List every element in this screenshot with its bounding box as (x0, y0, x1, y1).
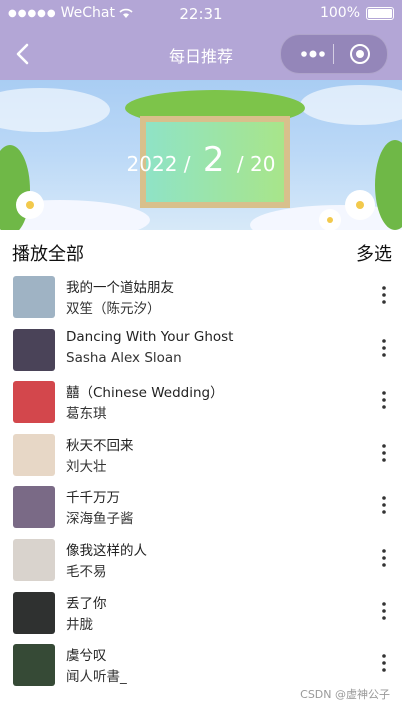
song-title: 囍（Chinese Wedding） (66, 385, 224, 402)
song-artist: Sasha Alex Sloan (66, 349, 182, 366)
more-options-icon[interactable] (380, 600, 388, 622)
song-row[interactable]: 秋天不回来 刘大壮 (0, 432, 402, 484)
song-artist: 深海鱼子酱 (66, 511, 134, 528)
more-dots-icon[interactable] (299, 45, 327, 63)
list-header: 播放全部 多选 (12, 240, 392, 266)
album-cover (13, 276, 55, 318)
album-cover (13, 591, 55, 634)
close-target-icon[interactable] (349, 43, 371, 65)
song-artist: 井胧 (66, 616, 93, 633)
song-artist: 刘大壮 (66, 458, 107, 475)
capsule-divider (333, 44, 334, 64)
more-options-icon[interactable] (380, 652, 388, 674)
song-title: 我的一个道姑朋友 (66, 280, 174, 296)
date-month: 2 (202, 140, 225, 180)
navigation-bar: 每日推荐 (0, 28, 402, 80)
more-options-icon[interactable] (380, 337, 388, 359)
song-row[interactable]: 千千万万 深海鱼子酱 (0, 484, 402, 536)
song-row[interactable]: 囍（Chinese Wedding） 葛东琪 (0, 379, 402, 431)
album-cover (13, 328, 55, 371)
date-day: 20 (250, 152, 276, 176)
battery-percent: 100% (319, 5, 360, 21)
album-cover (13, 644, 55, 687)
song-title: 像我这样的人 (66, 543, 147, 559)
battery-icon (366, 6, 394, 20)
song-artist: 毛不易 (66, 564, 107, 580)
more-options-icon[interactable] (380, 284, 388, 306)
song-list-panel: 播放全部 多选 我的一个道姑朋友 双笙（陈元汐） Dancing With Your… (0, 230, 402, 710)
song-title: 秋天不回来 (66, 437, 134, 454)
more-options-icon[interactable] (380, 547, 388, 569)
song-row[interactable]: Dancing With Your Ghost Sasha Alex Sloan (0, 327, 402, 379)
song-artist: 双笙（陈元汐） (66, 301, 161, 317)
more-options-icon[interactable] (380, 442, 388, 464)
status-bar: ●●●●● WeChat 22:31 100% (0, 0, 402, 28)
song-artist: 葛东琪 (66, 406, 107, 423)
battery-indicator: 100% (320, 5, 394, 21)
album-cover (13, 433, 55, 476)
date-display: 2022 / 2 / 20 (126, 140, 276, 180)
song-title: 虞兮叹 (66, 648, 107, 665)
album-cover (13, 381, 55, 424)
date-year: 2022 (126, 152, 178, 176)
song-row[interactable]: 像我这样的人 毛不易 (0, 537, 402, 589)
song-row[interactable]: 我的一个道姑朋友 双笙（陈元汐） (0, 274, 402, 326)
play-all-button[interactable]: 播放全部 (12, 240, 84, 266)
song-title: 丢了你 (66, 595, 107, 612)
watermark: CSDN @虚神公子 (300, 688, 390, 701)
song-title: Dancing With Your Ghost (66, 328, 234, 345)
more-options-icon[interactable] (380, 389, 388, 411)
song-title: 千千万万 (66, 490, 120, 507)
song-row[interactable]: 丢了你 井胧 (0, 590, 402, 642)
multi-select-button[interactable]: 多选 (356, 240, 392, 266)
song-artist: 闻人听書_ (66, 669, 127, 686)
mini-program-capsule (280, 34, 388, 74)
more-options-icon[interactable] (380, 494, 388, 516)
album-cover (13, 539, 55, 581)
daily-banner: 2022 / 2 / 20 (0, 80, 402, 230)
album-cover (13, 486, 55, 529)
